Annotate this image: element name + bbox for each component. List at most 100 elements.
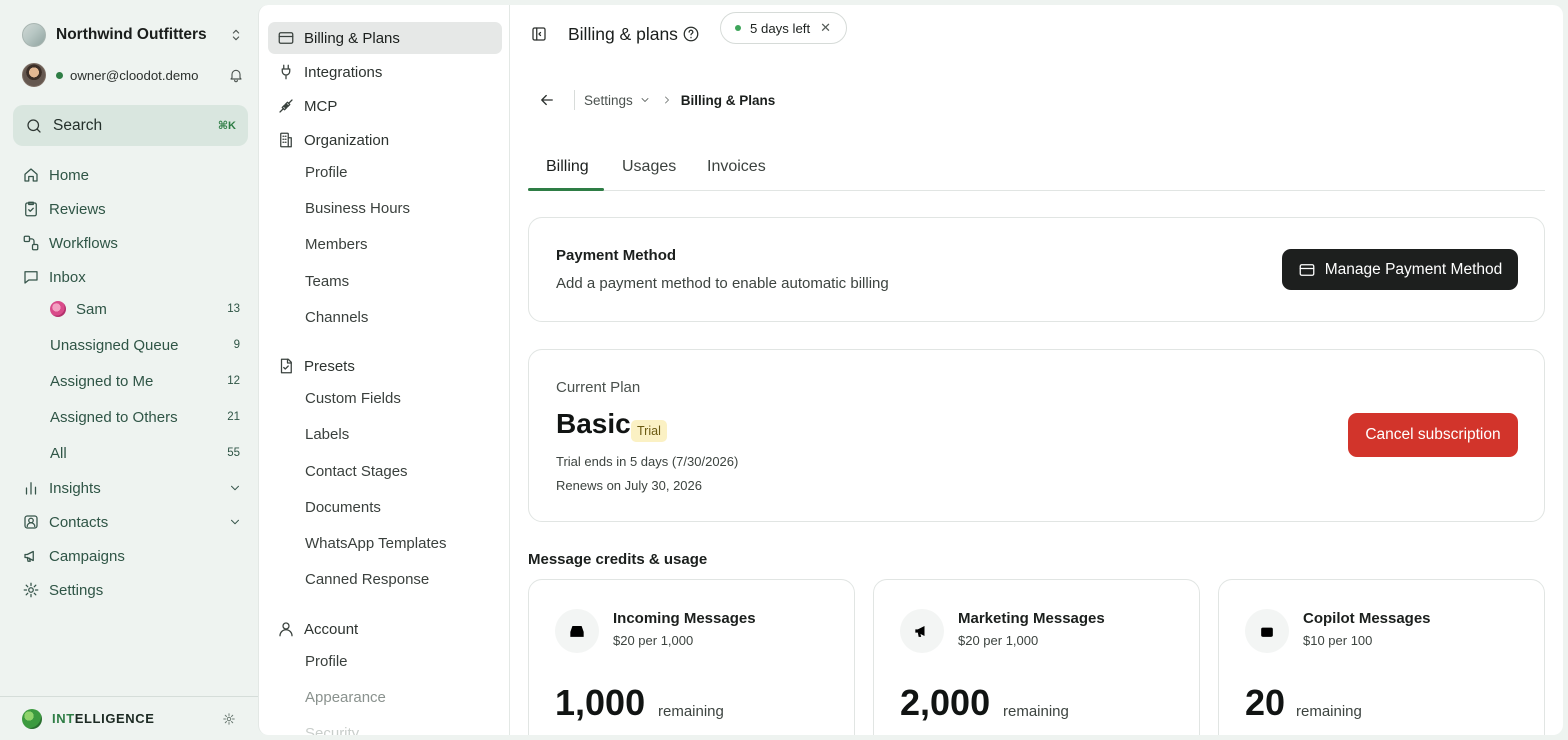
nav-campaigns-label: Campaigns bbox=[49, 547, 125, 565]
plan-name: Basic bbox=[556, 408, 631, 439]
settings-account-label: Account bbox=[304, 620, 359, 638]
settings-integrations[interactable]: Integrations bbox=[268, 56, 502, 88]
manage-payment-method-button[interactable]: Manage Payment Method bbox=[1282, 249, 1518, 290]
trial-days-pill[interactable]: 5 days left ✕ bbox=[720, 12, 847, 44]
chevron-down-icon[interactable] bbox=[228, 481, 242, 495]
settings-contact-stages[interactable]: Contact Stages bbox=[305, 458, 408, 484]
nav-contacts[interactable]: Contacts bbox=[22, 508, 242, 536]
chevron-right-icon bbox=[661, 94, 673, 106]
settings-whatsapp-templates[interactable]: WhatsApp Templates bbox=[305, 530, 446, 556]
nav-insights-label: Insights bbox=[49, 479, 101, 497]
user-email: owner@cloodot.demo bbox=[70, 67, 199, 83]
nav-insights[interactable]: Insights bbox=[22, 474, 242, 502]
inbox-item-unassigned-queue[interactable]: Unassigned Queue 9 bbox=[50, 331, 240, 359]
user-menu[interactable]: owner@cloodot.demo bbox=[22, 62, 244, 88]
message-card-remaining-label: remaining bbox=[658, 703, 724, 720]
nav-settings[interactable]: Settings bbox=[22, 576, 242, 604]
settings-security[interactable]: Security bbox=[305, 720, 359, 736]
nav-reviews[interactable]: Reviews bbox=[22, 195, 242, 223]
settings-presets[interactable]: Presets bbox=[268, 350, 502, 382]
trial-days-text: 5 days left bbox=[750, 20, 811, 36]
document-icon bbox=[277, 357, 295, 375]
settings-custom-fields[interactable]: Custom Fields bbox=[305, 385, 401, 411]
arrow-left-icon[interactable] bbox=[538, 91, 556, 109]
payment-method-description: Add a payment method to enable automatic… bbox=[556, 275, 889, 292]
cancel-subscription-button[interactable]: Cancel subscription bbox=[1348, 413, 1518, 457]
workflow-icon bbox=[22, 234, 40, 252]
chevron-up-down-icon bbox=[228, 27, 244, 43]
search-label: Search bbox=[53, 116, 103, 134]
breadcrumb-current: Billing & Plans bbox=[680, 92, 776, 108]
settings-billing[interactable]: Billing & Plans bbox=[268, 22, 502, 54]
nav-campaigns[interactable]: Campaigns bbox=[22, 542, 242, 570]
help-circle-icon[interactable] bbox=[682, 25, 700, 43]
intelligence-label: INTELLIGENCE bbox=[52, 711, 222, 726]
intelligence-bar[interactable]: INTELLIGENCE bbox=[0, 696, 258, 740]
inbox-item-assigned-to-me[interactable]: Assigned to Me 12 bbox=[50, 367, 240, 395]
nav-workflows[interactable]: Workflows bbox=[22, 229, 242, 257]
tab-usages[interactable]: Usages bbox=[622, 158, 676, 176]
inbox-item-all[interactable]: All 55 bbox=[50, 439, 240, 467]
tab-invoices[interactable]: Invoices bbox=[707, 158, 766, 176]
message-card-remaining: 20 bbox=[1245, 682, 1286, 723]
marketing-messages-card: Marketing Messages $20 per 1,000 2,000 r… bbox=[873, 579, 1200, 735]
search-button[interactable]: Search ⌘K bbox=[13, 105, 248, 146]
inbox-item-count: 9 bbox=[233, 339, 240, 351]
inbox-item-label: Sam bbox=[76, 300, 107, 318]
settings-members[interactable]: Members bbox=[305, 231, 368, 257]
inbox-item-count: 13 bbox=[227, 303, 240, 315]
inbox-item-label: Assigned to Me bbox=[50, 372, 154, 390]
page-header: Billing & plans 5 days left ✕ bbox=[510, 5, 1563, 65]
inbox-item-count: 21 bbox=[227, 411, 240, 423]
settings-appearance[interactable]: Appearance bbox=[305, 684, 386, 710]
settings-presets-label: Presets bbox=[304, 357, 355, 375]
settings-account[interactable]: Account bbox=[268, 613, 502, 645]
message-card-remaining: 2,000 bbox=[900, 682, 991, 723]
close-icon[interactable]: ✕ bbox=[820, 20, 831, 36]
active-tab-indicator bbox=[528, 188, 604, 191]
tab-billing[interactable]: Billing bbox=[546, 158, 589, 176]
settings-labels[interactable]: Labels bbox=[305, 421, 349, 447]
settings-canned-response[interactable]: Canned Response bbox=[305, 566, 429, 592]
sidebar-toggle-icon[interactable] bbox=[530, 25, 548, 43]
chevron-down-icon[interactable] bbox=[639, 94, 651, 106]
message-card-remaining-label: remaining bbox=[1003, 703, 1069, 720]
main-panel: Billing & plans 5 days left ✕ Settings B… bbox=[510, 5, 1563, 735]
message-credits-title: Message credits & usage bbox=[528, 551, 708, 568]
chevron-down-icon[interactable] bbox=[228, 515, 242, 529]
nav-inbox[interactable]: Inbox bbox=[22, 263, 242, 291]
page-title: Billing & plans bbox=[568, 24, 678, 44]
bell-icon[interactable] bbox=[228, 67, 244, 83]
chat-bubble-icon bbox=[22, 268, 40, 286]
nav-home[interactable]: Home bbox=[22, 161, 242, 189]
settings-channels[interactable]: Channels bbox=[305, 304, 368, 330]
credit-card-icon bbox=[1298, 261, 1316, 279]
settings-org-profile[interactable]: Profile bbox=[305, 159, 348, 185]
settings-mcp-label: MCP bbox=[304, 97, 338, 115]
settings-business-hours[interactable]: Business Hours bbox=[305, 195, 410, 221]
settings-account-profile[interactable]: Profile bbox=[305, 648, 348, 674]
connector-icon bbox=[277, 97, 295, 115]
gear-icon bbox=[22, 581, 40, 599]
breadcrumb-settings[interactable]: Settings bbox=[584, 93, 633, 108]
inbox-item-sam[interactable]: Sam 13 bbox=[50, 295, 240, 323]
megaphone-icon bbox=[900, 609, 944, 653]
inbox-item-assigned-to-others[interactable]: Assigned to Others 21 bbox=[50, 403, 240, 431]
breadcrumb: Settings Billing & Plans bbox=[538, 89, 775, 111]
settings-billing-label: Billing & Plans bbox=[304, 29, 400, 47]
avatar bbox=[22, 63, 46, 87]
workspace-switcher[interactable]: Northwind Outfitters bbox=[22, 22, 244, 48]
nav-settings-label: Settings bbox=[49, 581, 104, 599]
search-icon bbox=[25, 117, 43, 135]
settings-integrations-label: Integrations bbox=[304, 63, 383, 81]
settings-mcp[interactable]: MCP bbox=[268, 90, 502, 122]
intelligence-label-highlight: INT bbox=[52, 711, 75, 726]
inbox-item-label: All bbox=[50, 444, 67, 462]
inbox-tray-icon bbox=[555, 609, 599, 653]
settings-teams[interactable]: Teams bbox=[305, 268, 349, 294]
gear-icon[interactable] bbox=[222, 712, 236, 726]
plug-icon bbox=[277, 63, 295, 81]
settings-documents[interactable]: Documents bbox=[305, 494, 381, 520]
message-card-price: $20 per 1,000 bbox=[958, 633, 1039, 648]
settings-organization[interactable]: Organization bbox=[268, 124, 502, 156]
